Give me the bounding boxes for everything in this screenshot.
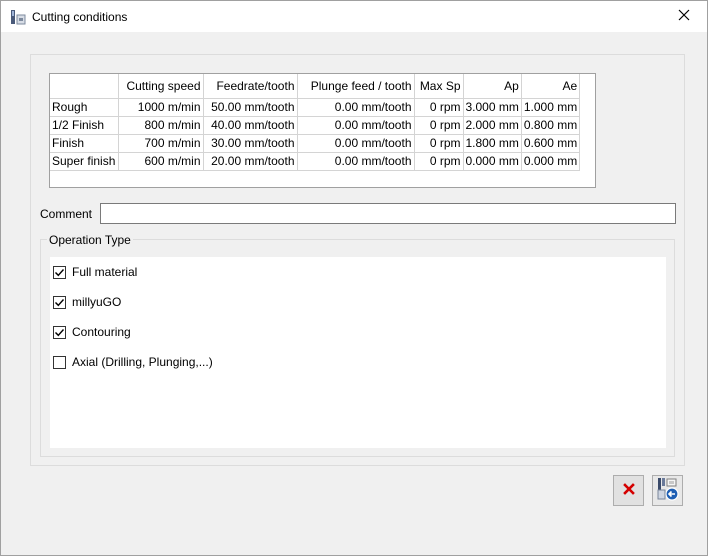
table-cell[interactable]: 40.00 mm/tooth (203, 116, 298, 135)
table-cell[interactable]: 3.000 mm (463, 98, 522, 117)
table-header-row: Cutting speed Feedrate/tooth Plunge feed… (50, 74, 581, 99)
column-header-ae[interactable]: Ae (521, 74, 581, 99)
table-cell[interactable]: 1.800 mm (463, 134, 522, 153)
table-cell[interactable]: 0.000 mm (463, 152, 522, 171)
table-cell[interactable]: 600 m/min (118, 152, 204, 171)
table-cell[interactable]: 0.000 mm (521, 152, 581, 171)
table-cell[interactable]: 0.600 mm (521, 134, 581, 153)
option-millyugo[interactable]: millyuGO (53, 293, 121, 311)
close-button[interactable] (661, 1, 707, 32)
checkmark-icon (55, 268, 65, 276)
table-cell[interactable]: 1.000 mm (521, 98, 581, 117)
row-header[interactable]: Finish (50, 134, 119, 153)
comment-label: Comment (40, 207, 93, 221)
table-cell[interactable]: 2.000 mm (463, 116, 522, 135)
column-header-feedrate[interactable]: Feedrate/tooth (203, 74, 298, 99)
table-cell[interactable]: 0 rpm (414, 152, 464, 171)
table-cell[interactable]: 0.00 mm/tooth (297, 134, 415, 153)
table-cell[interactable]: 0.00 mm/tooth (297, 98, 415, 117)
checkbox-contouring[interactable] (53, 325, 66, 339)
checkmark-icon (55, 298, 65, 306)
column-header-plunge-feed[interactable]: Plunge feed / tooth (297, 74, 415, 99)
table-cell[interactable]: 0.00 mm/tooth (297, 116, 415, 135)
operation-type-list: Full material millyuGO Contouring Axial … (50, 257, 666, 448)
option-contouring[interactable]: Contouring (53, 323, 131, 341)
checkmark-icon (55, 328, 65, 336)
column-header[interactable] (50, 74, 119, 99)
table-cell[interactable]: 1000 m/min (118, 98, 204, 117)
cancel-button[interactable] (613, 475, 644, 506)
checkbox-label[interactable]: Axial (Drilling, Plunging,...) (72, 355, 213, 369)
table-row[interactable]: Super finish 600 m/min 20.00 mm/tooth 0.… (50, 152, 581, 171)
checkbox-label[interactable]: Contouring (72, 325, 131, 339)
row-header[interactable]: Rough (50, 98, 119, 117)
option-axial[interactable]: Axial (Drilling, Plunging,...) (53, 353, 213, 371)
column-header-ap[interactable]: Ap (463, 74, 522, 99)
window-title: Cutting conditions (32, 10, 128, 24)
import-conditions-icon (655, 476, 681, 505)
table-row[interactable]: Rough 1000 m/min 50.00 mm/tooth 0.00 mm/… (50, 98, 581, 117)
table-cell[interactable]: 0.800 mm (521, 116, 581, 135)
table-cell[interactable]: 0 rpm (414, 134, 464, 153)
column-header-max-speed[interactable]: Max Sp (414, 74, 464, 99)
close-icon (678, 9, 690, 24)
table-cell[interactable]: 0 rpm (414, 98, 464, 117)
app-tool-icon (10, 9, 26, 25)
checkbox-millyugo[interactable] (53, 295, 66, 309)
conditions-grid: Cutting speed Feedrate/tooth Plunge feed… (50, 74, 581, 171)
dialog-window: Cutting conditions Cutting speed Feedrat… (0, 0, 708, 556)
table-cell[interactable]: 700 m/min (118, 134, 204, 153)
column-header-cutting-speed[interactable]: Cutting speed (118, 74, 204, 99)
comment-input[interactable] (100, 203, 676, 224)
table-cell[interactable]: 20.00 mm/tooth (203, 152, 298, 171)
cutting-conditions-table[interactable]: Cutting speed Feedrate/tooth Plunge feed… (49, 73, 596, 188)
table-cell[interactable]: 800 m/min (118, 116, 204, 135)
row-header[interactable]: Super finish (50, 152, 119, 171)
title-bar[interactable]: Cutting conditions (1, 1, 707, 32)
checkbox-axial[interactable] (53, 355, 66, 369)
table-cell[interactable]: 0 rpm (414, 116, 464, 135)
row-header[interactable]: 1/2 Finish (50, 116, 119, 135)
red-x-icon (622, 483, 635, 498)
checkbox-full-material[interactable] (53, 265, 66, 279)
table-cell[interactable]: 0.00 mm/tooth (297, 152, 415, 171)
table-row[interactable]: Finish 700 m/min 30.00 mm/tooth 0.00 mm/… (50, 134, 581, 153)
table-cell[interactable]: 30.00 mm/tooth (203, 134, 298, 153)
option-full-material[interactable]: Full material (53, 263, 137, 281)
operation-type-title: Operation Type (47, 233, 133, 247)
checkbox-label[interactable]: millyuGO (72, 295, 121, 309)
apply-conditions-button[interactable] (652, 475, 683, 506)
table-cell[interactable]: 50.00 mm/tooth (203, 98, 298, 117)
checkbox-label[interactable]: Full material (72, 265, 137, 279)
table-row[interactable]: 1/2 Finish 800 m/min 40.00 mm/tooth 0.00… (50, 116, 581, 135)
